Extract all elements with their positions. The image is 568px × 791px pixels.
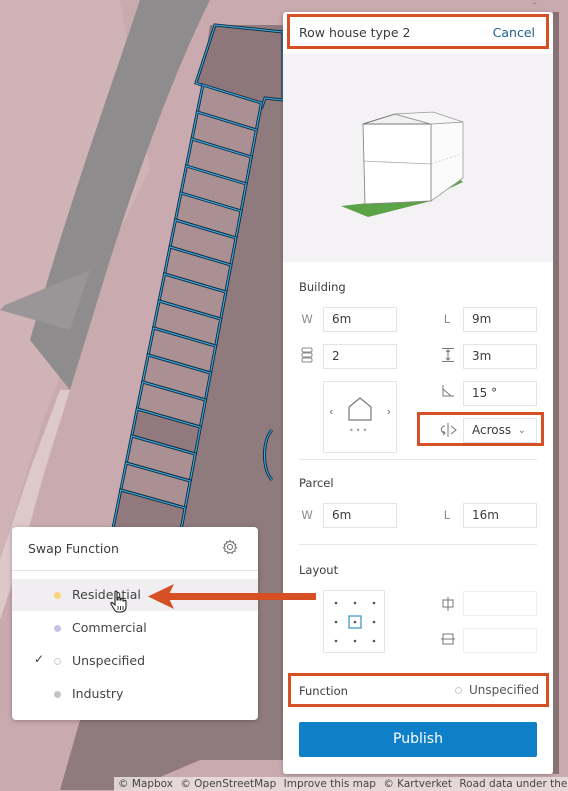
option-label: Commercial — [72, 620, 147, 635]
horizontal-offset-input[interactable] — [463, 591, 537, 616]
section-divider — [299, 544, 537, 545]
panel-header: Row house type 2 Cancel — [283, 12, 553, 54]
roof-prev-button[interactable]: ‹ — [329, 405, 333, 418]
commercial-color-dot — [54, 625, 61, 632]
attribution-mapbox[interactable]: © Mapbox — [118, 778, 173, 790]
floor-height-input[interactable]: 3m — [463, 344, 537, 369]
layout-section-title: Layout — [299, 563, 339, 577]
option-label: Industry — [72, 686, 124, 701]
cancel-button[interactable]: Cancel — [493, 25, 535, 40]
building-length-label: L — [443, 312, 451, 326]
function-row[interactable]: Function Unspecified — [283, 676, 553, 706]
floors-input[interactable]: 2 — [323, 344, 397, 369]
popup-divider — [12, 570, 258, 571]
orientation-value: Across — [472, 423, 512, 437]
unspecified-color-dot — [54, 658, 61, 665]
industry-color-dot — [54, 691, 61, 698]
annotation-arrow-icon — [148, 584, 316, 609]
function-label: Function — [299, 684, 348, 698]
publish-button[interactable]: Publish — [299, 722, 537, 757]
section-divider — [299, 459, 537, 460]
vertical-offset-input[interactable] — [463, 628, 537, 653]
function-value: Unspecified — [469, 683, 540, 697]
roof-page-dots: ••• — [349, 426, 370, 435]
building-width-input[interactable]: 6m — [323, 307, 397, 332]
chevron-down-icon: ⌄ — [517, 425, 526, 436]
floor-height-icon — [442, 348, 454, 362]
collapse-chevron-icon[interactable]: ⌃ — [531, 2, 539, 12]
align-vertical-icon — [442, 597, 454, 611]
gear-icon[interactable] — [222, 539, 238, 555]
align-horizontal-icon — [441, 633, 455, 645]
anchor-grid[interactable] — [323, 590, 385, 653]
building-panel: Row house type 2 Cancel Building W 6m L … — [283, 12, 553, 774]
option-unspecified[interactable]: ✓ Unspecified — [12, 645, 258, 677]
panel-title: Row house type 2 — [299, 25, 411, 40]
building-length-input[interactable]: 9m — [463, 307, 537, 332]
option-label: Unspecified — [72, 653, 146, 668]
popup-title: Swap Function — [28, 541, 119, 556]
option-label: Residential — [72, 587, 141, 602]
parcel-width-input[interactable]: 6m — [323, 503, 397, 528]
check-icon: ✓ — [34, 652, 45, 666]
attribution-road[interactable]: Road data under the NLOD lic — [459, 778, 568, 790]
roof-angle-input[interactable]: 15 ° — [463, 381, 537, 406]
option-commercial[interactable]: Commercial — [12, 612, 258, 644]
building-section-title: Building — [299, 280, 346, 294]
attribution-kartverket[interactable]: © Kartverket — [383, 778, 452, 790]
floors-icon — [301, 347, 313, 363]
attribution-improve[interactable]: Improve this map — [284, 778, 376, 790]
roof-next-button[interactable]: › — [387, 405, 391, 418]
parcel-section-title: Parcel — [299, 476, 334, 490]
hand-cursor-icon — [110, 590, 127, 613]
building-preview[interactable] — [283, 54, 553, 262]
roof-type-selector: ‹ › ••• — [323, 381, 397, 453]
function-color-dot — [455, 687, 462, 694]
map-attribution: © Mapbox © OpenStreetMap Improve this ma… — [114, 777, 568, 791]
attribution-osm[interactable]: © OpenStreetMap — [180, 778, 276, 790]
map-edge — [553, 12, 559, 774]
orientation-dropdown[interactable]: Across ⌄ — [463, 418, 537, 443]
residential-color-dot — [54, 592, 61, 599]
building-width-label: W — [301, 312, 313, 326]
orientation-icon — [440, 423, 457, 437]
parcel-length-input[interactable]: 16m — [463, 503, 537, 528]
swap-function-popup: Swap Function Residential Commercial ✓ U… — [12, 527, 258, 720]
roof-angle-icon — [442, 385, 454, 397]
parcel-width-label: W — [301, 508, 313, 522]
gable-roof-icon — [348, 397, 372, 421]
building-3d-model — [341, 111, 464, 217]
option-industry[interactable]: Industry — [12, 678, 258, 710]
parcel-length-label: L — [443, 508, 451, 522]
